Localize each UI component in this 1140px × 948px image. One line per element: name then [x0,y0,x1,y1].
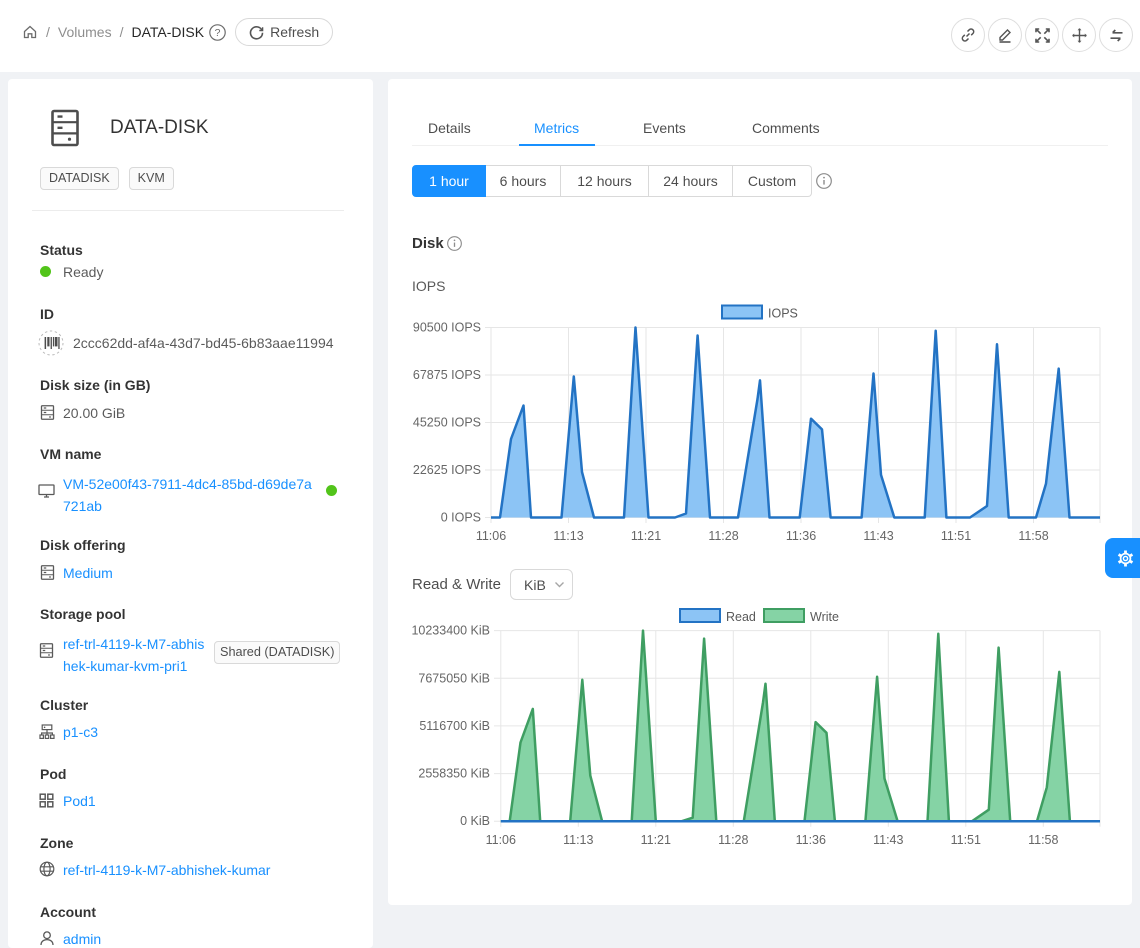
svg-text:?: ? [215,27,221,39]
svg-text:5116700 KiB: 5116700 KiB [419,719,490,733]
svg-text:11:28: 11:28 [718,833,748,847]
svg-text:Read: Read [726,610,756,624]
svg-text:IOPS: IOPS [768,307,798,321]
svg-text:10233400 KiB: 10233400 KiB [412,624,490,638]
svg-text:11:21: 11:21 [641,833,671,847]
svg-text:11:58: 11:58 [1028,833,1058,847]
svg-text:11:51: 11:51 [941,529,971,543]
svg-text:11:21: 11:21 [631,529,661,543]
svg-text:Write: Write [810,610,839,624]
svg-text:7675050 KiB: 7675050 KiB [418,671,490,685]
svg-text:11:13: 11:13 [563,833,593,847]
svg-text:11:28: 11:28 [708,529,738,543]
svg-text:0 IOPS: 0 IOPS [441,511,481,525]
svg-text:0 KiB: 0 KiB [460,814,490,828]
svg-text:11:36: 11:36 [796,833,826,847]
svg-text:11:06: 11:06 [486,833,516,847]
svg-text:22625 IOPS: 22625 IOPS [413,463,481,477]
svg-text:11:13: 11:13 [553,529,583,543]
svg-text:2558350 KiB: 2558350 KiB [418,767,490,781]
svg-text:45250 IOPS: 45250 IOPS [413,416,481,430]
svg-text:90500 IOPS: 90500 IOPS [413,321,481,335]
svg-text:11:36: 11:36 [786,529,816,543]
svg-text:67875 IOPS: 67875 IOPS [413,368,481,382]
svg-text:11:43: 11:43 [873,833,903,847]
svg-text:11:58: 11:58 [1018,529,1048,543]
svg-text:11:06: 11:06 [476,529,506,543]
svg-text:11:43: 11:43 [863,529,893,543]
svg-text:11:51: 11:51 [951,833,981,847]
